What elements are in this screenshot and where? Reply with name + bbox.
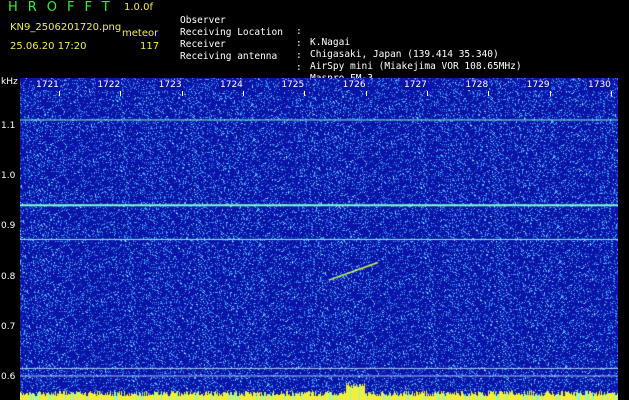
- x-tick-label: 1722: [96, 80, 122, 90]
- mode-label: meteor: [122, 28, 159, 39]
- x-tick-mark: [488, 91, 490, 96]
- x-tick-label: 1721: [35, 80, 60, 90]
- info-value: AirSpy mini (Miakejima VOR 108.65MHz): [310, 61, 522, 72]
- right-margin: [618, 78, 629, 400]
- header-panel: HROFFT 1.0.0f KN9_2506201720.png meteor …: [0, 0, 629, 84]
- filename-label: KN9_2506201720.png: [10, 22, 122, 33]
- y-tick-label: 0.9: [1, 221, 16, 232]
- version-label: 1.0.0f: [124, 2, 153, 13]
- x-tick-mark: [243, 91, 244, 96]
- info-separator: :: [296, 38, 302, 49]
- x-tick-label: 1723: [157, 80, 183, 90]
- spectrogram-plot[interactable]: [20, 78, 618, 400]
- info-separator: :: [296, 50, 302, 61]
- x-tick-mark: [304, 91, 306, 96]
- x-tick-mark: [427, 91, 428, 96]
- info-label: Receiving antenna: [180, 51, 278, 62]
- y-tick-label: 1.0: [1, 171, 16, 182]
- datetime-label: 25.06.20 17:20: [10, 41, 87, 52]
- y-tick-label: 1.1: [1, 121, 16, 131]
- info-separator: :: [296, 62, 302, 73]
- info-separator: :: [296, 26, 302, 37]
- y-tick-label: 0.6: [1, 372, 16, 382]
- count-label: 117: [140, 41, 160, 52]
- x-tick-label: 1728: [464, 80, 490, 90]
- x-tick-mark: [365, 91, 367, 96]
- x-tick-label: 1724: [219, 80, 244, 90]
- x-tick-mark: [549, 91, 551, 96]
- x-tick-label: 1729: [525, 80, 551, 90]
- x-tick-mark: [120, 91, 122, 96]
- x-tick-label: 1725: [280, 80, 306, 90]
- info-value: Chigasaki, Japan (139.414 35.340): [310, 49, 499, 60]
- y-tick-label: 0.7: [1, 321, 16, 332]
- x-tick-label: 1727: [403, 80, 428, 90]
- spectrogram-canvas[interactable]: [20, 78, 618, 400]
- info-value: K.Nagai: [310, 37, 351, 48]
- x-tick-mark: [611, 91, 612, 96]
- x-tick-mark: [181, 91, 183, 96]
- y-tick-label: 0.8: [1, 271, 16, 282]
- app-title: HROFFT: [8, 0, 120, 15]
- y-axis-unit: kHz: [1, 77, 18, 87]
- x-tick-label: 1730: [587, 80, 612, 90]
- x-tick-label: 1726: [341, 80, 367, 90]
- x-tick-mark: [59, 91, 60, 96]
